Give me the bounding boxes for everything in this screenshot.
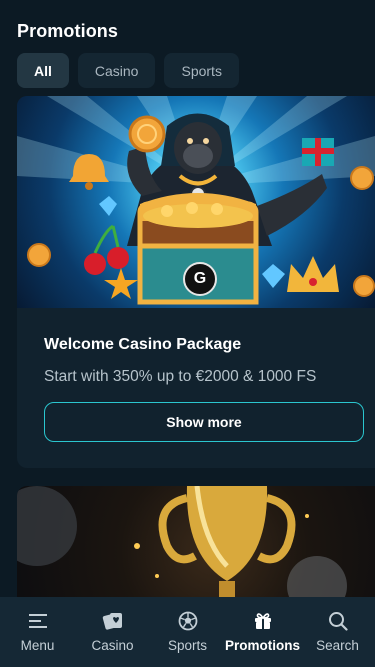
nav-label-casino: Casino — [91, 638, 134, 653]
brand-badge-icon: G — [183, 262, 217, 296]
show-more-button[interactable]: Show more — [44, 402, 364, 442]
filter-tab-sports[interactable]: Sports — [164, 53, 239, 88]
nav-label-sports: Sports — [167, 638, 208, 653]
soccer-ball-icon — [178, 611, 197, 631]
bottom-navigation: Menu Casino Sports Promotions Search — [0, 597, 375, 667]
menu-icon — [28, 614, 47, 628]
promo-title: Welcome Casino Package — [44, 336, 242, 353]
promo-card-body: Welcome Casino Package Start with 350% u… — [44, 336, 365, 386]
nav-label-menu: Menu — [20, 638, 55, 653]
filter-tabs: All Casino Sports — [17, 53, 239, 88]
nav-item-promotions[interactable]: Promotions — [225, 597, 300, 667]
nav-item-casino[interactable]: Casino — [75, 597, 150, 667]
page-title: Promotions — [17, 21, 119, 41]
filter-tab-all[interactable]: All — [17, 53, 69, 88]
promo-card-welcome[interactable]: G Welcome Casino Package Start with 350%… — [17, 96, 375, 468]
search-icon — [328, 612, 348, 631]
nav-item-sports[interactable]: Sports — [150, 597, 225, 667]
filter-tab-casino[interactable]: Casino — [77, 53, 156, 88]
promo-subtitle: Start with 350% up to €2000 & 1000 FS — [44, 368, 317, 385]
gift-icon — [254, 613, 271, 629]
promo-banner-image: G — [17, 96, 375, 308]
nav-item-search[interactable]: Search — [300, 597, 375, 667]
nav-label-search: Search — [316, 638, 359, 653]
nav-label-promotions: Promotions — [225, 638, 301, 653]
nav-item-menu[interactable]: Menu — [0, 597, 75, 667]
casino-cards-icon — [102, 613, 122, 630]
